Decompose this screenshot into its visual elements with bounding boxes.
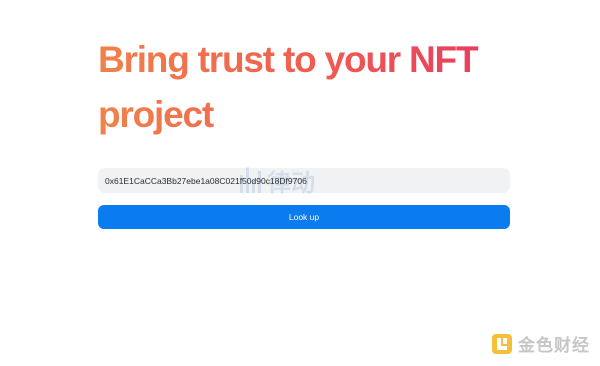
hero-title: Bring trust to your NFT project [98, 32, 518, 142]
look-up-button[interactable]: Look up [98, 205, 510, 229]
page: Bring trust to your NFT project Look up … [0, 0, 600, 366]
contract-address-input[interactable] [98, 168, 510, 193]
jinse-logo-icon [492, 333, 512, 354]
corner-watermark-logo: 金色财经 [491, 331, 590, 356]
corner-watermark-text: 金色财经 [518, 336, 590, 356]
